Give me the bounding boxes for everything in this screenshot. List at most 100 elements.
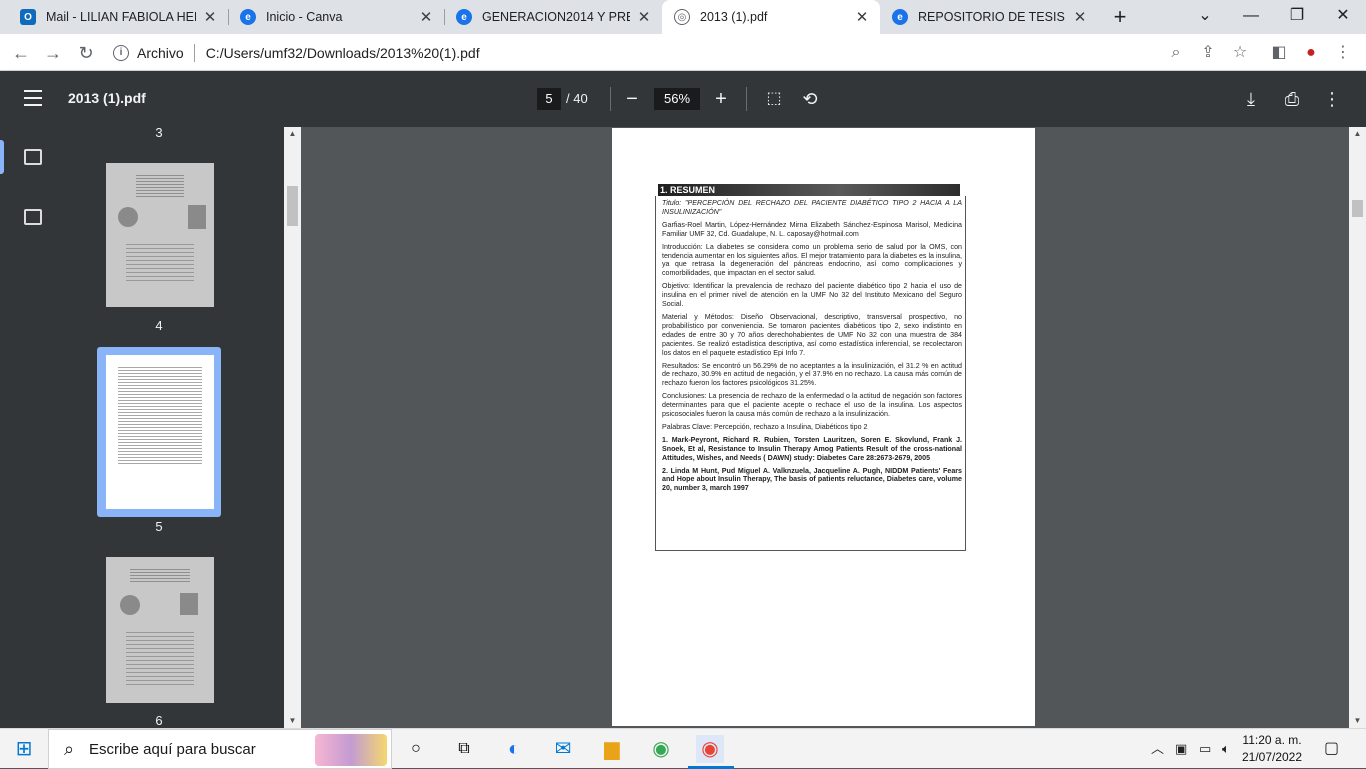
rotate-icon[interactable]: ⟲ [798,87,822,111]
abstract-conclusions: Conclusiones: La presencia de rechazo de… [662,392,962,419]
abstract-keywords: Palabras Clave: Percepción, rechazo a In… [662,422,868,431]
thumbnail-number: 3 [155,125,163,140]
section-heading: 1. RESUMEN [658,184,960,196]
close-icon[interactable]: ✕ [1072,8,1088,26]
menu-icon[interactable] [24,90,42,106]
thumbnail-number: 6 [155,713,163,728]
page-thumbnail-5[interactable] [106,355,214,509]
forward-button[interactable]: → [40,40,66,66]
chrome-icon[interactable]: ◉ [647,735,675,763]
abstract-box: Titulo: "PERCEPCIÓN DEL RECHAZO DEL PACI… [655,196,966,551]
zoom-level-input[interactable]: 56% [654,88,700,110]
imss-logo [188,205,206,229]
task-view-icon[interactable]: ⧉ [450,735,478,763]
edge-icon: e [456,9,472,25]
page-number-input[interactable]: 5 [537,88,561,110]
tab-label: 2013 (1).pdf [700,10,768,24]
windows-start-icon[interactable]: ⊞ [10,735,38,763]
volume-icon[interactable]: 🔈︎ [1222,729,1230,769]
thumbnail-text-lines [136,173,184,199]
file-explorer-icon[interactable]: ▆ [598,735,626,763]
browser-tab-strip: O Mail - LILIAN FABIOLA HERN ✕ e Inicio … [0,0,1366,34]
tab-label: Mail - LILIAN FABIOLA HERN [46,10,196,24]
share-icon[interactable]: ⇪ [1195,40,1221,66]
abstract-results: Resultados: Se encontró un 56.29% de no … [662,361,962,388]
notifications-icon[interactable]: ▢ [1324,729,1339,769]
outline-view-icon[interactable] [24,209,42,225]
restore-button[interactable]: ❐ [1274,0,1320,34]
fit-to-page-icon[interactable]: ⬚ [762,87,786,111]
viewer-scrollbar-thumb[interactable] [1352,200,1363,217]
close-icon[interactable]: ✕ [418,8,434,26]
close-icon[interactable]: ✕ [202,8,218,26]
print-icon[interactable]: ⎙ [1280,87,1304,111]
thumbnail-text-lines [126,629,194,685]
tab-mail[interactable]: O Mail - LILIAN FABIOLA HERN ✕ [8,0,228,34]
edge-icon[interactable]: ◐ [500,735,528,763]
toolbar-divider [746,87,747,111]
thumbnails-view-icon[interactable] [24,149,42,165]
edge-icon: e [892,9,908,25]
crest-logo [118,207,138,227]
more-actions-icon[interactable]: ⋮ [1320,87,1344,111]
tab-search-chevron-icon[interactable]: ⌄ [1182,0,1228,34]
download-icon[interactable]: ⤓ [1239,87,1263,111]
scroll-up-arrow-icon[interactable]: ▲ [1349,127,1366,141]
network-icon[interactable]: ▣ [1175,729,1187,769]
tab-canva[interactable]: e Inicio - Canva ✕ [228,0,444,34]
back-button[interactable]: ← [8,40,34,66]
browser-menu-icon[interactable]: ⋮ [1330,40,1356,66]
zoom-icon[interactable]: ⌕ [1163,40,1189,66]
battery-icon[interactable]: ▭ [1199,729,1211,769]
tab-repositorio[interactable]: e REPOSITORIO DE TESIS UMF ✕ [880,0,1098,34]
pdf-toolbar: 2013 (1).pdf 5 / 40 − 56% + ⬚ ⟲ ⤓ ⎙ ⋮ [0,71,1366,127]
toolbar-divider [610,87,611,111]
pdf-viewer[interactable]: 1. RESUMEN Titulo: "PERCEPCIÓN DEL RECHA… [301,127,1349,728]
side-panel-icon[interactable]: ◧ [1266,40,1292,66]
address-url[interactable]: C:/Users/umf32/Downloads/2013%20(1).pdf [206,45,480,61]
crest-logo [120,595,140,615]
close-icon[interactable]: ✕ [636,8,652,26]
tab-generacion[interactable]: e GENERACION2014 Y PREVIA ✕ [444,0,662,34]
viewer-scrollbar[interactable] [1349,127,1366,728]
clock-date: 21/07/2022 [1241,750,1303,764]
page-thumbnail-6[interactable] [106,557,214,703]
sidebar-scrollbar-thumb[interactable] [287,186,298,226]
tab-pdf[interactable]: ◎ 2013 (1).pdf ✕ [662,0,880,34]
address-divider [193,43,195,62]
scanned-abstract: 1. RESUMEN Titulo: "PERCEPCIÓN DEL RECHA… [655,184,968,551]
scroll-up-arrow-icon[interactable]: ▲ [284,127,301,141]
system-clock[interactable]: 11:20 a. m. 21/07/2022 [1240,732,1304,766]
omnibox[interactable]: i Archivo C:/Users/umf32/Downloads/2013%… [107,38,1257,67]
zoom-in-button[interactable]: + [709,87,733,111]
minimize-button[interactable]: — [1228,0,1274,34]
info-icon[interactable]: i [113,44,129,61]
search-placeholder: Escribe aquí para buscar [89,740,256,758]
close-window-button[interactable]: ✕ [1320,0,1366,34]
scroll-down-arrow-icon[interactable]: ▼ [1349,714,1366,728]
thumbnail-sidebar: 3 4 5 6 [0,125,284,728]
imss-logo [180,593,198,615]
reference-2: 2. Linda M Hunt, Pud Miguel A. Valknzuel… [662,466,962,493]
tab-label: GENERACION2014 Y PREVIA [482,10,630,24]
abstract-methods: Material y Métodos: Diseño Observacional… [662,312,962,357]
close-icon[interactable]: ✕ [854,8,870,26]
taskbar-search[interactable]: ⌕ Escribe aquí para buscar [48,729,392,769]
cortana-icon[interactable]: ○ [402,735,430,763]
tray-chevron-icon[interactable]: ︿ [1151,729,1164,769]
search-icon: ⌕ [63,738,75,759]
bookmark-star-icon[interactable]: ☆ [1227,40,1253,66]
search-highlight-image[interactable] [315,734,387,766]
profile-avatar-icon[interactable]: ● [1298,40,1324,66]
scroll-down-arrow-icon[interactable]: ▼ [284,714,301,728]
new-tab-button[interactable]: + [1108,4,1132,30]
zoom-out-button[interactable]: − [620,87,644,111]
page-thumbnail-4[interactable] [106,163,214,307]
mail-icon[interactable]: ✉ [549,735,577,763]
chrome-active-icon[interactable]: ◉ [696,735,724,763]
clock-time: 11:20 a. m. [1242,733,1302,747]
windows-taskbar: ⊞ ⌕ Escribe aquí para buscar ○ ⧉ ◐ ✉ ▆ ◉… [0,728,1366,769]
outlook-icon: O [20,9,36,25]
reload-button[interactable]: ↻ [73,40,99,66]
abstract-objective: Objetivo: Identificar la prevalencia de … [662,282,962,309]
